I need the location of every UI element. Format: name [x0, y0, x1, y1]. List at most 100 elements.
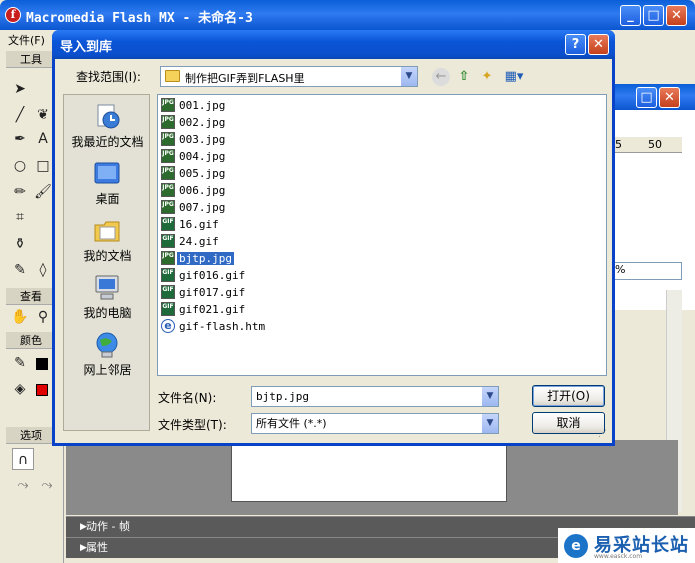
watermark-logo-icon: e — [564, 534, 588, 558]
filetype-select[interactable]: 所有文件 (*.*) ▼ — [251, 413, 499, 434]
open-button[interactable]: 打开(O) — [532, 385, 605, 407]
stroke-color-icon[interactable]: ✎ — [9, 352, 31, 374]
file-name: gif016.gif — [179, 268, 246, 282]
place-label: 我最近的文档 — [71, 135, 144, 149]
line-tool-icon[interactable]: ╱ — [9, 104, 31, 126]
maximize-button[interactable]: □ — [643, 5, 664, 26]
pen-tool-icon[interactable]: ✒ — [9, 128, 31, 150]
file-item[interactable]: JPG 003.jpg — [161, 132, 227, 148]
file-item[interactable]: JPG 006.jpg — [161, 183, 227, 199]
jpg-file-icon: JPG — [161, 98, 175, 112]
file-list[interactable]: JPG 001.jpg JPG 002.jpg JPG 003.jpg JPG 004.… — [157, 94, 607, 376]
dropper-tool-icon[interactable]: ✎ — [9, 259, 31, 281]
file-item[interactable]: JPG 002.jpg — [161, 115, 227, 131]
file-name: 006.jpg — [179, 183, 226, 197]
zoom-tool-icon[interactable]: ⚲ — [32, 306, 54, 328]
file-item[interactable]: GIF 16.gif — [161, 217, 221, 233]
arrow-tool-icon[interactable]: ➤ — [9, 78, 31, 100]
stage[interactable] — [231, 445, 507, 502]
stroke-color-swatch[interactable] — [36, 358, 48, 370]
watermark-subtext: www.easck.com — [594, 553, 643, 560]
magnet-option-icon[interactable]: ∩ — [12, 448, 34, 470]
file-item[interactable]: JPG 005.jpg — [161, 166, 227, 182]
place-my-documents[interactable]: 我的文档 — [64, 212, 151, 268]
fill-color-icon[interactable]: ◈ — [9, 378, 31, 400]
chevron-down-icon[interactable]: ▼ — [481, 414, 498, 433]
view-menu-icon[interactable]: ▦▾ — [502, 68, 526, 86]
file-name: gif021.gif — [179, 302, 246, 316]
file-item[interactable]: JPG 004.jpg — [161, 149, 227, 165]
place-desktop[interactable]: 桌面 — [64, 155, 151, 211]
file-name: 24.gif — [179, 234, 219, 248]
network-places-icon — [96, 332, 118, 358]
new-folder-icon[interactable]: ✦ — [478, 68, 496, 86]
bg-maximize-button[interactable]: □ — [636, 87, 657, 108]
transform-tool-icon[interactable]: ⌗ — [9, 206, 31, 228]
gif-file-icon: GIF — [161, 268, 175, 282]
minimize-button[interactable]: _ — [620, 5, 641, 26]
file-item-selected[interactable]: JPG bjtp.jpg — [161, 251, 234, 267]
place-network[interactable]: 网上邻居 — [64, 326, 151, 382]
desktop-icon — [94, 162, 120, 184]
file-name: gif-flash.htm — [179, 319, 266, 333]
import-to-library-dialog: 导入到库 ? ✕ 查找范围(I): 制作把GIF弄到FLASH里 ▼ ← ⇧ ✦… — [52, 30, 615, 446]
ruler-tick-50: 50 — [648, 138, 662, 151]
place-my-computer[interactable]: 我的电脑 — [64, 269, 151, 325]
my-computer-icon — [95, 275, 119, 300]
file-item[interactable]: JPG 001.jpg — [161, 98, 227, 114]
app-title: Macromedia Flash MX - 未命名-3 — [26, 11, 253, 26]
bg-close-button[interactable]: ✕ — [659, 87, 680, 108]
jpg-file-icon: JPG — [161, 200, 175, 214]
file-item[interactable]: GIF 24.gif — [161, 234, 221, 250]
smooth-option-icon[interactable]: ⤳ — [12, 474, 34, 496]
file-name: bjtp.jpg — [177, 251, 234, 265]
file-item[interactable]: e gif-flash.htm — [161, 319, 267, 335]
oval-tool-icon[interactable]: ○ — [9, 155, 31, 177]
file-name: 003.jpg — [179, 132, 226, 146]
chevron-down-icon[interactable]: ▼ — [481, 387, 498, 406]
lasso-tool-icon[interactable]: ❦ — [32, 104, 54, 126]
file-item[interactable]: GIF gif017.gif — [161, 285, 247, 301]
properties-panel-title: 属性 — [86, 541, 108, 554]
brush-tool-icon[interactable]: 🖌 — [32, 181, 54, 203]
fill-color-swatch[interactable] — [36, 384, 48, 396]
background-window: □ ✕ — [612, 84, 695, 310]
back-icon[interactable]: ← — [432, 68, 450, 86]
file-item[interactable]: GIF gif021.gif — [161, 302, 247, 318]
eraser-tool-icon[interactable]: ◊ — [32, 259, 54, 281]
dialog-close-button[interactable]: ✕ — [588, 34, 609, 55]
expand-arrow-icon: ▶ — [80, 522, 87, 532]
menu-file[interactable]: 文件(F) — [8, 32, 45, 48]
zoom-value: % — [615, 263, 626, 276]
file-item[interactable]: GIF gif016.gif — [161, 268, 247, 284]
dialog-title: 导入到库 — [60, 40, 113, 55]
filetype-label: 文件类型(T): — [158, 418, 227, 432]
look-in-dropdown[interactable]: 制作把GIF弄到FLASH里 ▼ — [160, 66, 418, 87]
chevron-down-icon[interactable]: ▼ — [400, 67, 417, 86]
places-bar: 我最近的文档 桌面 我的文档 我的电脑 网上邻居 — [63, 94, 150, 431]
file-name: 007.jpg — [179, 200, 226, 214]
gif-file-icon: GIF — [161, 234, 175, 248]
close-button[interactable]: ✕ — [666, 5, 687, 26]
folder-icon — [165, 70, 180, 82]
file-item[interactable]: JPG 007.jpg — [161, 200, 227, 216]
jpg-file-icon: JPG — [161, 251, 175, 265]
zoom-select[interactable]: % — [612, 262, 682, 280]
place-recent[interactable]: 我最近的文档 — [64, 98, 151, 154]
rectangle-tool-icon[interactable]: □ — [32, 155, 54, 177]
up-folder-icon[interactable]: ⇧ — [455, 68, 473, 86]
pencil-tool-icon[interactable]: ✏ — [9, 181, 31, 203]
place-label: 我的文档 — [83, 249, 132, 263]
help-button[interactable]: ? — [565, 34, 586, 55]
ink-bottle-icon[interactable]: ⚱ — [9, 233, 31, 255]
filename-field[interactable]: bjtp.jpg ▼ — [251, 386, 499, 407]
text-tool-icon[interactable]: A — [32, 128, 54, 150]
resize-grip-icon[interactable]: ⋰ — [598, 429, 610, 441]
file-name: 002.jpg — [179, 115, 226, 129]
gif-file-icon: GIF — [161, 302, 175, 316]
straighten-option-icon[interactable]: ⤳ — [36, 474, 58, 496]
hand-tool-icon[interactable]: ✋ — [9, 306, 31, 328]
cancel-button[interactable]: 取消 — [532, 412, 605, 434]
watermark: e 易采站长站 www.easck.com — [558, 528, 695, 563]
file-name: 005.jpg — [179, 166, 226, 180]
